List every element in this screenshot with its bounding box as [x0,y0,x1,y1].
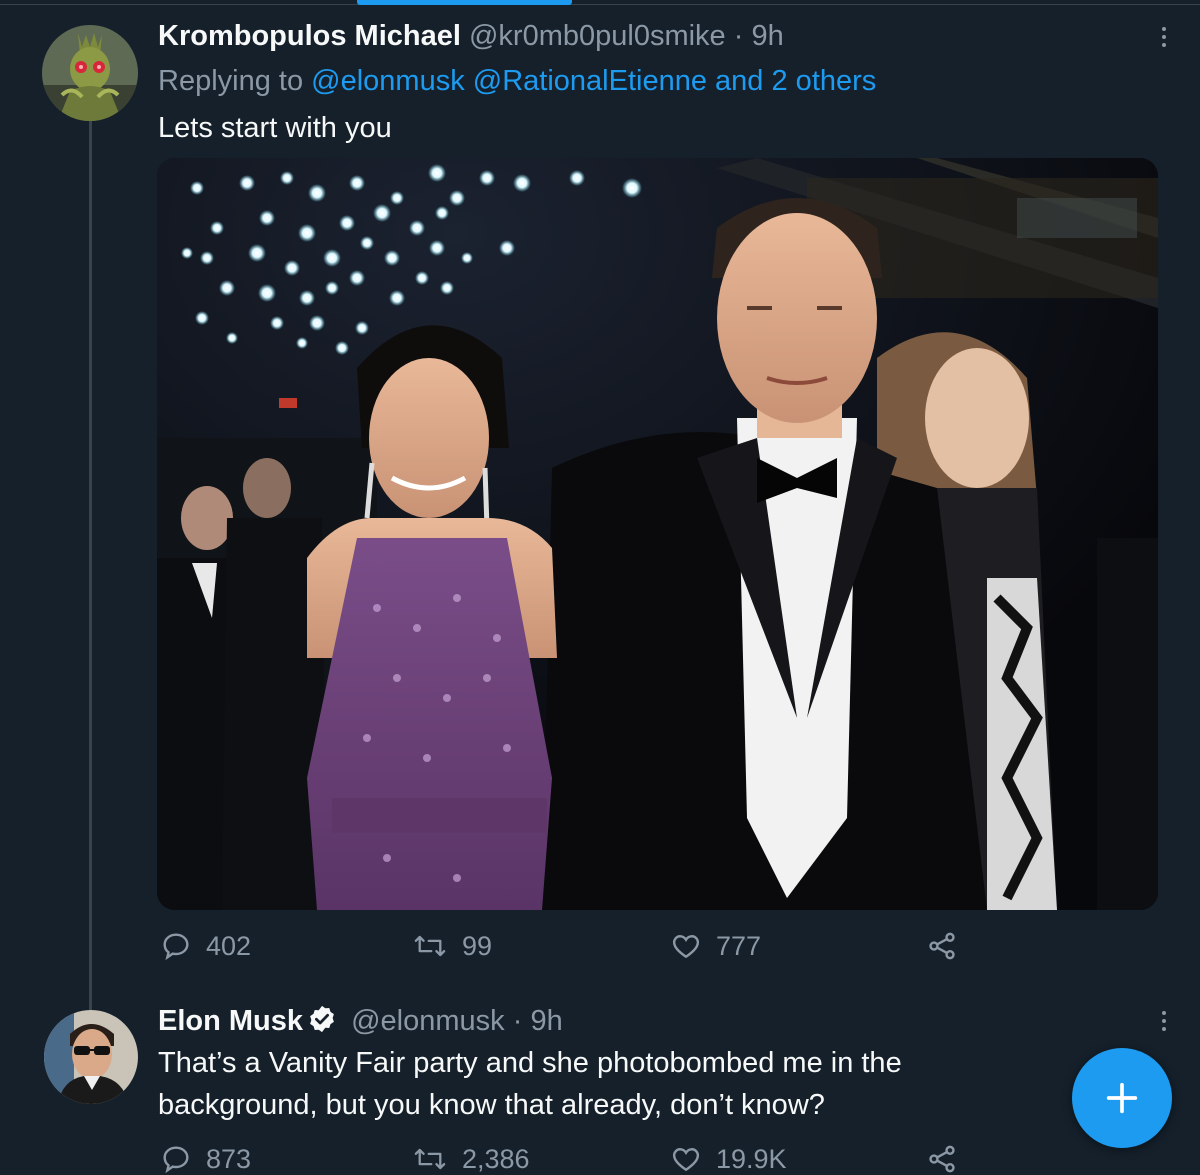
tweet2-separator: · [512,1005,523,1037]
tweet1-reply-count: 402 [206,930,252,961]
mention-elonmusk[interactable]: @elonmusk [311,65,465,97]
tweet2-reply-count: 873 [206,1143,252,1174]
tweet1-photo[interactable] [157,158,1158,910]
tweet2-actions: 873 2,386 19.9K [160,1139,970,1175]
tweet1-actions: 402 99 777 [160,926,970,966]
heart-icon [672,1148,700,1172]
mention-others[interactable]: 2 others [772,65,877,97]
tweet1-like-button[interactable]: 777 [670,926,761,966]
replying-to-label: Replying to [158,65,304,97]
tweet1-more-options-icon[interactable] [1154,20,1174,54]
tweet1-retweet-count: 99 [462,930,493,961]
tweet2-timestamp[interactable]: 9h [530,1005,562,1037]
tweet1-share-button[interactable] [926,926,958,966]
tweet2-display-name[interactable]: Elon Musk [158,1005,303,1037]
tweet2-retweet-count: 2,386 [462,1143,530,1174]
avatar-elonmusk[interactable] [44,1010,138,1104]
plus-icon [1106,1082,1138,1114]
heart-icon [672,935,700,959]
thread-connector-line [89,120,92,1010]
share-nodes-icon [929,932,955,960]
tweet1-display-name[interactable]: Krombopulos Michael [158,20,461,52]
alien-avatar-image [42,25,138,121]
tweet2-reply-button[interactable]: 873 [160,1139,251,1175]
tweet2-retweet-button[interactable]: 2,386 [412,1139,530,1175]
mention-rationaletienne[interactable]: @RationalEtienne [473,65,707,97]
retweet-arrows-icon [414,1148,446,1170]
share-nodes-icon [929,1145,955,1173]
tweet1-replying-to: Replying to @elonmusk @RationalEtienne a… [158,63,876,99]
tweet2-like-button[interactable]: 19.9K [670,1139,787,1175]
tweet1-retweet-button[interactable]: 99 [412,926,492,966]
tweet2-like-count: 19.9K [716,1143,787,1174]
mention-and[interactable]: and [715,65,763,97]
tweet2-text-line1: That’s a Vanity Fair party and she photo… [158,1047,902,1079]
tweet1-header: Krombopulos Michael @kr0mb0pul0smike · 9… [158,18,784,54]
tweet2-more-options-icon[interactable] [1154,1004,1174,1038]
elon-avatar-image [44,1010,138,1104]
tweet2-header: Elon Musk @elonmusk · 9h [158,1003,563,1039]
tweet1-reply-button[interactable]: 402 [160,926,251,966]
tweet1-text: Lets start with you [158,112,392,144]
tweet1-handle[interactable]: @kr0mb0pul0smike [469,20,726,52]
twitter-thread-view: Krombopulos Michael @kr0mb0pul0smike · 9… [0,0,1200,1175]
retweet-arrows-icon [414,935,446,957]
tweet1-separator: · [733,20,744,52]
tweet2-text: That’s a Vanity Fair party and she photo… [158,1042,902,1126]
verified-badge-icon [310,1005,334,1033]
tweet2-share-button[interactable] [926,1139,958,1175]
party-photo-image [157,158,1158,910]
tweet1-like-count: 777 [716,930,762,961]
tweet2-handle[interactable]: @elonmusk [351,1005,505,1037]
compose-tweet-button[interactable] [1072,1048,1172,1148]
speech-bubble-icon [163,933,189,961]
tweet1-timestamp[interactable]: 9h [751,20,783,52]
top-divider [0,4,1200,5]
speech-bubble-icon [163,1146,189,1174]
avatar-krombopulos[interactable] [42,25,138,121]
tweet2-text-line2: background, but you know that already, d… [158,1089,825,1121]
active-tab-indicator [357,0,572,5]
